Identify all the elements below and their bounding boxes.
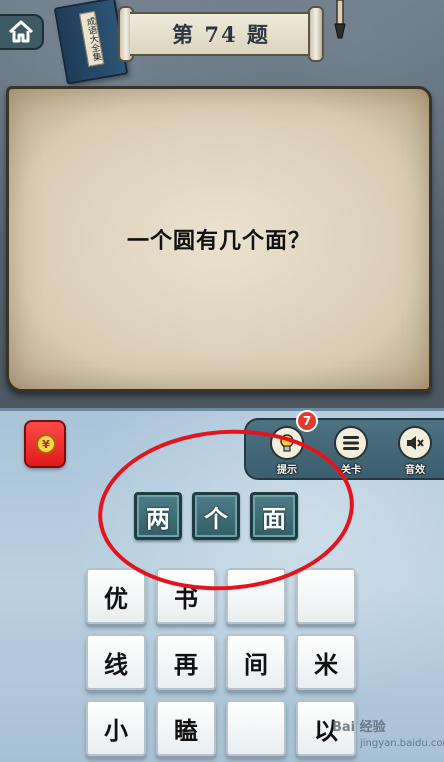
- watermark-logo: Bai 经验: [332, 720, 386, 735]
- home-button[interactable]: [0, 14, 44, 50]
- char-tile-r2c4[interactable]: 米: [296, 634, 356, 690]
- hint-button[interactable]: 提示: [260, 426, 314, 476]
- tool-panel: 提示 关卡 音效: [244, 418, 444, 480]
- char-tile-r3c2[interactable]: 瞌: [156, 700, 216, 756]
- book-label: 成语大全集: [79, 10, 105, 67]
- level-title: 第 74 题: [172, 22, 270, 47]
- hint-count-badge: 7: [296, 410, 318, 432]
- char-tile-r2c3[interactable]: 间: [226, 634, 286, 690]
- char-tile-r1c4[interactable]: [296, 568, 356, 624]
- speaker-mute-icon: [398, 426, 432, 460]
- home-icon: [8, 20, 34, 43]
- red-envelope-button[interactable]: ¥: [24, 420, 66, 468]
- sound-button[interactable]: 音效: [388, 426, 442, 476]
- char-tile-r3c1[interactable]: 小: [86, 700, 146, 756]
- char-tile-r2c1[interactable]: 线: [86, 634, 146, 690]
- brush-icon: [326, 0, 354, 40]
- char-tile-r1c2[interactable]: 书: [156, 568, 216, 624]
- char-tile-r1c1[interactable]: 优: [86, 568, 146, 624]
- hint-label: 提示: [277, 465, 297, 476]
- levels-label: 关卡: [341, 465, 361, 476]
- question-text: 一个圆有几个面？: [126, 229, 311, 254]
- question-panel: 一个圆有几个面？: [6, 86, 432, 392]
- lightbulb-icon: [270, 426, 304, 460]
- sound-label: 音效: [405, 465, 425, 476]
- answer-slot-3[interactable]: 面: [250, 492, 298, 540]
- watermark-url: jingyan.baidu.com: [360, 738, 444, 749]
- watermark: Bai 经验 jingyan.baidu.com: [332, 716, 444, 756]
- char-tile-r2c2[interactable]: 再: [156, 634, 216, 690]
- scroll-paper: 第 74 题: [130, 12, 312, 56]
- menu-list-icon: [334, 426, 368, 460]
- char-tile-r1c3[interactable]: [226, 568, 286, 624]
- levels-button[interactable]: 关卡: [324, 426, 378, 476]
- char-tile-r3c3[interactable]: [226, 700, 286, 756]
- answer-slot-2[interactable]: 个: [192, 492, 240, 540]
- coin-icon: ¥: [36, 434, 56, 454]
- scroll-roll-right: [308, 6, 324, 62]
- level-banner: 第 74 题: [118, 6, 324, 62]
- answer-slot-1[interactable]: 两: [134, 492, 182, 540]
